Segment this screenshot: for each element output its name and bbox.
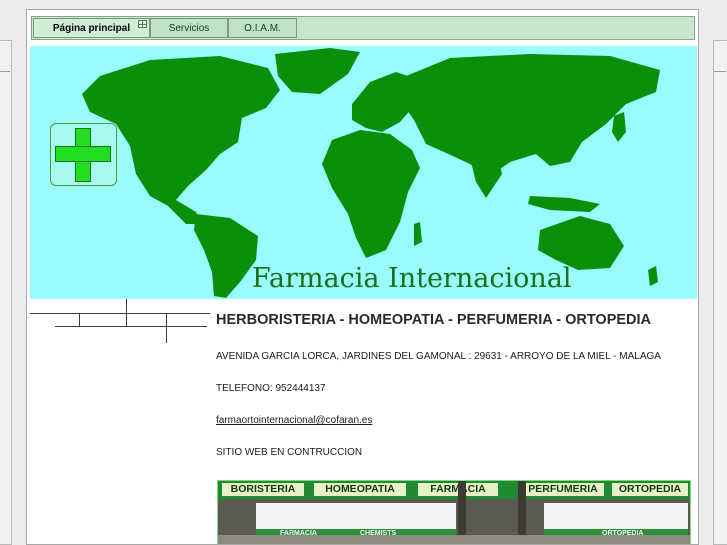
photo-sign: HOMEOPATIA: [314, 483, 406, 496]
construction-notice: SITIO WEB EN CONTRUCCION: [216, 447, 363, 458]
decorative-line: [126, 299, 127, 327]
right-frame: [713, 40, 727, 545]
photo-small-sign: FARMACIA: [280, 530, 317, 537]
nav-item-label: Servicios: [168, 23, 210, 34]
photo-sign: PERFUMERIA: [522, 483, 604, 496]
photo-small-sign: CHEMISTS: [360, 530, 397, 537]
phone-text: TELEFONO: 952444137: [216, 383, 326, 394]
page-container: Página principal Servicios O.I.A.M. Farm…: [26, 9, 699, 545]
photo-small-sign: ORTOPEDIA: [602, 530, 644, 537]
storefront-photo: BORISTERIA HOMEOPATIA FARMACIA PERFUMERI…: [217, 480, 691, 544]
banner-title: Farmacia Internacional: [252, 263, 572, 294]
decorative-line: [30, 313, 210, 314]
nav-item-label: Página principal: [52, 23, 131, 34]
nav-item-pagina-principal[interactable]: Página principal: [33, 18, 150, 38]
world-map: [82, 48, 660, 298]
nav-item-servicios[interactable]: Servicios: [150, 18, 228, 38]
email-link[interactable]: farmaortointernacional@cofaran.es: [216, 415, 372, 426]
decorative-line: [166, 313, 167, 343]
nav-item-label: O.I.A.M.: [244, 23, 281, 34]
nav-item-oiam[interactable]: O.I.A.M.: [228, 18, 297, 38]
banner: Farmacia Internacional: [30, 46, 697, 299]
address-text: AVENIDA GARCIA LORCA, JARDINES DEL GAMON…: [216, 351, 661, 362]
left-frame: [0, 40, 12, 545]
photo-sign: BORISTERIA: [222, 483, 304, 496]
services-heading: HERBORISTERIA - HOMEOPATIA - PERFUMERIA …: [216, 312, 652, 328]
decorative-line: [55, 326, 207, 327]
nav-grid-icon: [138, 20, 147, 28]
nav-bar: Página principal Servicios O.I.A.M.: [31, 16, 695, 40]
decorative-line: [79, 313, 80, 327]
pharmacy-cross-logo: [50, 123, 117, 186]
photo-sign: ORTOPEDIA: [612, 483, 688, 496]
